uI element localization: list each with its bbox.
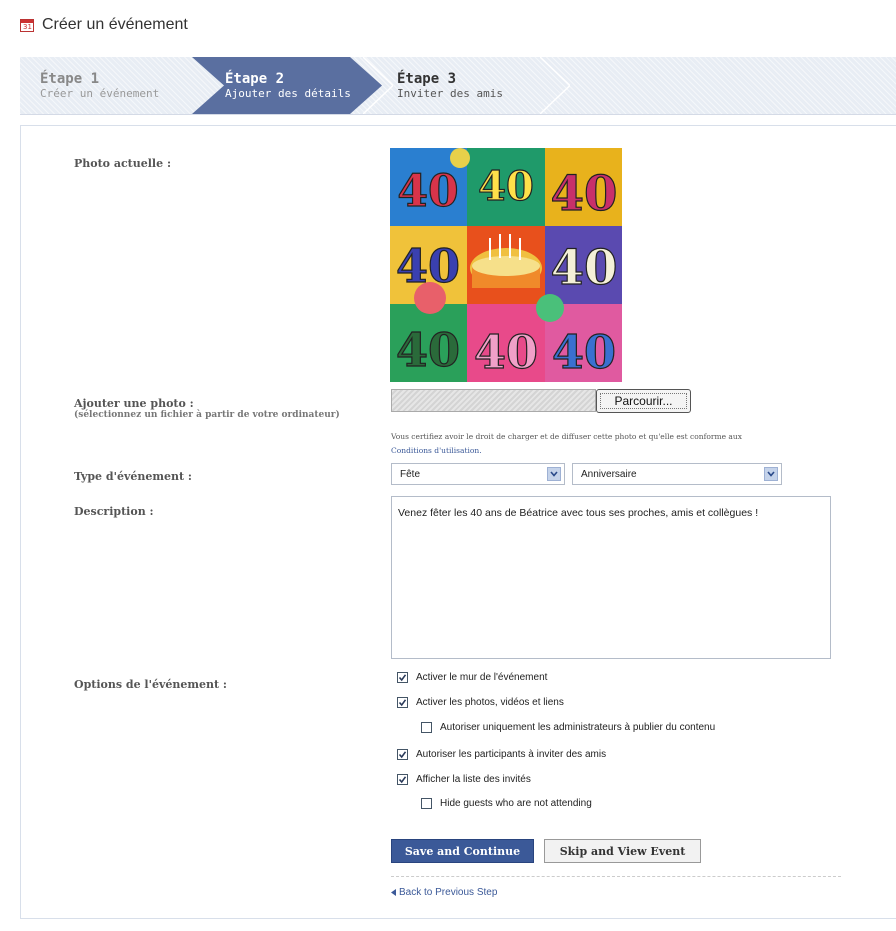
option-label: Hide guests who are not attending [440, 798, 592, 809]
file-path-input[interactable] [391, 389, 596, 412]
event-photo: 40 40 40 40 40 40 40 40 [390, 148, 622, 382]
step-2-subtitle: Ajouter des détails [225, 87, 351, 100]
step-1-subtitle: Créer un événement [40, 87, 160, 100]
event-subtype-value: Anniversaire [581, 468, 637, 480]
step-progress-bar: Étape 1 Créer un événement Étape 2 Ajout… [20, 57, 896, 115]
photo-number: 40 [478, 163, 534, 210]
option-hide-not-attending[interactable]: Hide guests who are not attending [421, 798, 592, 809]
checkbox[interactable] [397, 774, 408, 785]
save-and-continue-button[interactable]: Save and Continue [391, 839, 534, 863]
page-header: 31 Créer un événement [20, 16, 188, 34]
certify-text: Vous certifiez avoir le droit de charger… [391, 432, 742, 441]
option-guests-invite[interactable]: Autoriser les participants à inviter des… [397, 749, 606, 760]
photo-certification-text: Vous certifiez avoir le droit de charger… [391, 430, 841, 458]
step-3-subtitle: Inviter des amis [397, 87, 503, 100]
option-label: Afficher la liste des invités [416, 774, 531, 785]
event-type-label: Type d'événement : [74, 470, 192, 483]
photo-number: 40 [396, 323, 460, 377]
step-1[interactable]: Étape 1 Créer un événement [40, 57, 159, 114]
option-label: Activer le mur de l'événement [416, 672, 548, 683]
event-type-select[interactable]: Fête [391, 463, 565, 485]
option-label: Autoriser uniquement les administrateurs… [440, 722, 716, 733]
add-photo-label: Ajouter une photo : [74, 397, 194, 410]
terms-of-use-link[interactable]: Conditions d'utilisation. [391, 444, 841, 458]
photo-number: 40 [551, 240, 618, 296]
skip-and-view-event-button[interactable]: Skip and View Event [544, 839, 701, 863]
calendar-icon: 31 [20, 18, 34, 32]
step-separator [540, 57, 570, 114]
photo-number: 40 [551, 166, 618, 222]
step-3: Étape 3 Inviter des amis [397, 57, 503, 114]
photo-number: 40 [397, 166, 458, 217]
option-admins-only[interactable]: Autoriser uniquement les administrateurs… [421, 722, 715, 733]
description-label: Description : [74, 505, 154, 518]
checkbox[interactable] [421, 722, 432, 733]
option-enable-media[interactable]: Activer les photos, vidéos et liens [397, 697, 564, 708]
step-3-title: Étape 3 [397, 71, 457, 87]
page-title: Créer un événement [42, 16, 188, 33]
browse-button[interactable]: Parcourir... [596, 389, 691, 413]
step-2-title: Étape 2 [225, 71, 285, 87]
add-photo-hint: (sélectionnez un fichier à partir de vot… [74, 410, 340, 420]
step-separator [363, 57, 393, 114]
checkbox[interactable] [397, 672, 408, 683]
option-label: Activer les photos, vidéos et liens [416, 697, 564, 708]
current-photo-label: Photo actuelle : [74, 157, 172, 170]
chevron-down-icon[interactable] [764, 467, 778, 481]
photo-number: 40 [552, 325, 616, 379]
divider [391, 876, 841, 877]
checkbox[interactable] [397, 749, 408, 760]
back-link-label: Back to Previous Step [399, 887, 498, 898]
event-type-value: Fête [400, 468, 421, 480]
calendar-icon-date: 31 [23, 22, 32, 31]
event-options-label: Options de l'événement : [74, 678, 227, 691]
checkbox[interactable] [421, 798, 432, 809]
step-2: Étape 2 Ajouter des détails [225, 57, 351, 114]
option-label: Autoriser les participants à inviter des… [416, 749, 607, 760]
checkbox[interactable] [397, 697, 408, 708]
option-show-guest-list[interactable]: Afficher la liste des invités [397, 774, 531, 785]
event-subtype-select[interactable]: Anniversaire [572, 463, 782, 485]
photo-number: 40 [396, 239, 460, 293]
option-enable-wall[interactable]: Activer le mur de l'événement [397, 672, 547, 683]
description-textarea[interactable]: Venez fêter les 40 ans de Béatrice avec … [391, 496, 831, 659]
step-1-title: Étape 1 [40, 71, 100, 87]
photo-number: 40 [474, 325, 538, 379]
back-arrow-icon [391, 889, 396, 896]
chevron-down-icon[interactable] [547, 467, 561, 481]
back-to-previous-step-link[interactable]: Back to Previous Step [391, 887, 497, 898]
